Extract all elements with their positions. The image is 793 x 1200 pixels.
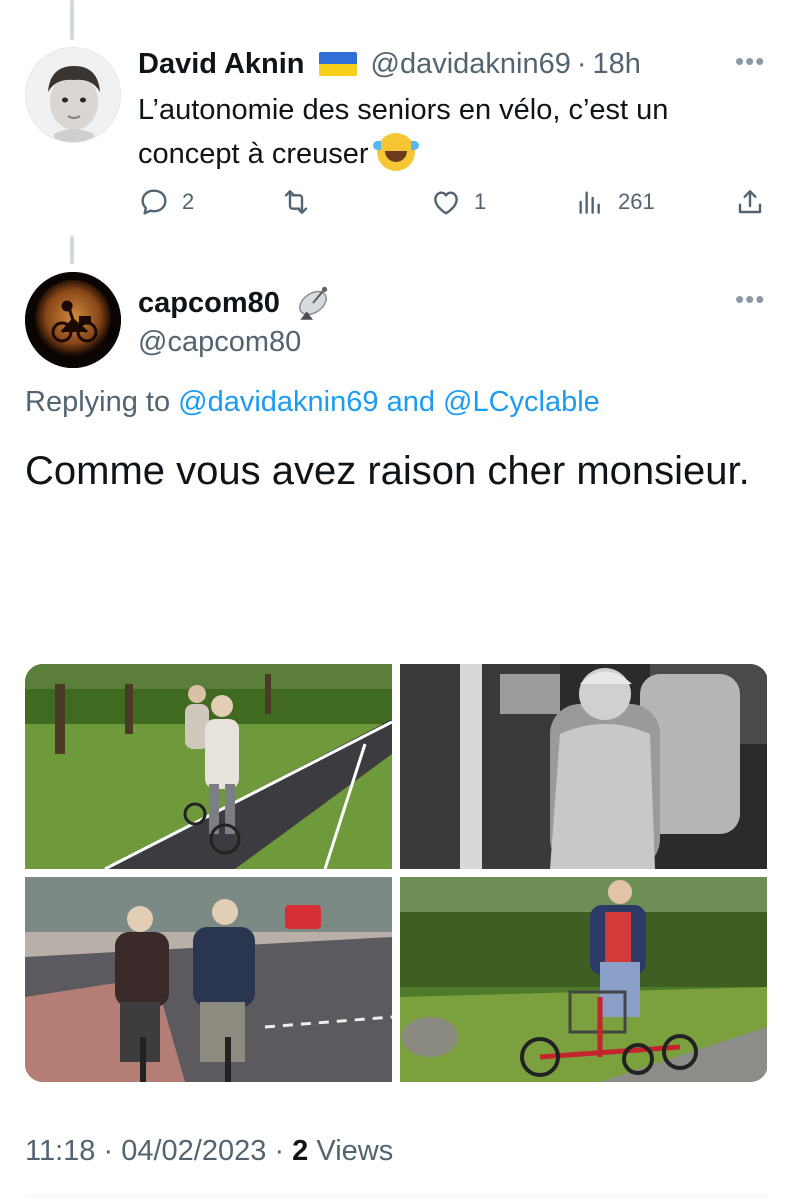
like-icon (434, 191, 458, 215)
thread-connector (70, 236, 74, 264)
avatar-david-aknin[interactable] (25, 47, 121, 143)
reply-button[interactable]: 2 (138, 186, 194, 218)
parent-timestamp[interactable]: 18h (593, 48, 641, 81)
more-icon[interactable]: ••• (735, 46, 765, 77)
views-button[interactable]: 261 (574, 186, 655, 218)
reply-icon (141, 189, 167, 215)
satellite-antenna-icon (298, 286, 328, 320)
photo-woman-bw[interactable] (400, 664, 767, 869)
reply-display-name[interactable]: capcom80 (138, 287, 280, 320)
like-button[interactable]: 1 (430, 186, 486, 218)
parent-tweet-text: L’autonomie des seniors en vélo, c’est u… (138, 88, 768, 176)
avatar-capcom80[interactable] (25, 272, 121, 368)
meta-separator: · (274, 1135, 285, 1167)
mention-davidaknin69[interactable]: @davidaknin69 (178, 386, 378, 418)
replying-prefix: Replying to (25, 386, 171, 418)
tweet-time[interactable]: 11:18 (25, 1135, 95, 1167)
views-count: 261 (618, 189, 655, 214)
like-count: 1 (474, 189, 487, 214)
photo-couple-street[interactable] (25, 877, 392, 1082)
views-icon (579, 191, 600, 214)
retweet-icon (284, 190, 308, 214)
reply-count: 2 (182, 189, 195, 214)
tears-of-joy-emoji-icon (372, 133, 419, 171)
photo-red-tricycle[interactable] (400, 877, 767, 1082)
thread-connector-top (70, 0, 74, 40)
replying-to-line: Replying to @davidaknin69 and @LCyclable (25, 386, 600, 419)
tweet-views-count[interactable]: 2 (292, 1135, 308, 1167)
share-icon (738, 190, 762, 214)
parent-handle[interactable]: @davidaknin69 (371, 48, 571, 81)
reply-display-name-row: capcom80 (138, 282, 334, 324)
divider (25, 1196, 768, 1197)
parent-display-name[interactable]: David Aknin (138, 48, 305, 81)
mention-lcyclable[interactable]: @LCyclable (443, 386, 600, 418)
meta-separator: · (103, 1135, 114, 1167)
separator-dot: · (576, 47, 587, 80)
tweet-metadata: 11:18 · 04/02/2023 · 2 Views (25, 1135, 393, 1168)
media-grid (25, 664, 768, 1082)
retweet-button[interactable] (280, 186, 324, 218)
replying-and[interactable]: and (387, 386, 435, 418)
tweet-views-label: Views (316, 1135, 394, 1167)
parent-tweet-actions: 2 1 261 (138, 186, 768, 222)
tweet-date[interactable]: 04/02/2023 (121, 1135, 266, 1167)
ukraine-flag-icon (318, 52, 357, 76)
reply-handle[interactable]: @capcom80 (138, 326, 301, 359)
reply-tweet-text: Comme vous avez raison cher monsieur. (25, 449, 750, 493)
parent-tweet-header: David Aknin @davidaknin69 · 18h (138, 44, 768, 84)
more-icon[interactable]: ••• (735, 284, 765, 315)
photo-seniors-bike-path[interactable] (25, 664, 392, 869)
share-button[interactable] (734, 186, 766, 218)
